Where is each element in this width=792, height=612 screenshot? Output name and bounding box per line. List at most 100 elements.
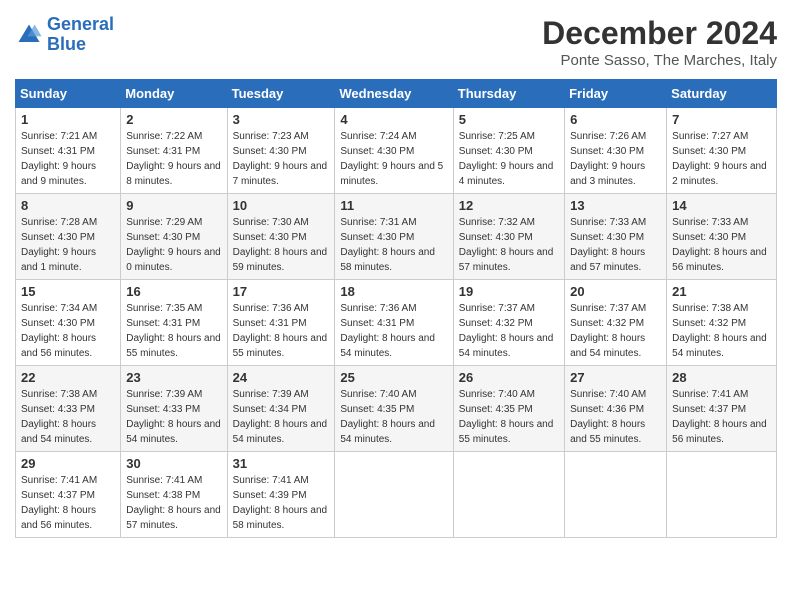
- day-info: Sunrise: 7:41 AMSunset: 4:37 PMDaylight:…: [672, 387, 771, 447]
- calendar-cell: 7 Sunrise: 7:27 AMSunset: 4:30 PMDaylight…: [667, 108, 777, 194]
- calendar-cell: 18 Sunrise: 7:36 AMSunset: 4:31 PMDayligh…: [335, 280, 453, 366]
- day-number: 14: [672, 198, 771, 213]
- calendar-cell: [565, 452, 667, 538]
- day-number: 29: [21, 456, 115, 471]
- calendar-week-row: 29 Sunrise: 7:41 AMSunset: 4:37 PMDayligh…: [16, 452, 777, 538]
- logo-text: General Blue: [47, 15, 114, 55]
- calendar-cell: 13 Sunrise: 7:33 AMSunset: 4:30 PMDayligh…: [565, 194, 667, 280]
- day-number: 18: [340, 284, 447, 299]
- day-number: 3: [233, 112, 330, 127]
- day-number: 28: [672, 370, 771, 385]
- calendar-cell: 1 Sunrise: 7:21 AMSunset: 4:31 PMDaylight…: [16, 108, 121, 194]
- day-number: 30: [126, 456, 221, 471]
- day-info: Sunrise: 7:36 AMSunset: 4:31 PMDaylight:…: [233, 301, 330, 361]
- day-number: 13: [570, 198, 661, 213]
- day-number: 24: [233, 370, 330, 385]
- calendar-cell: 23 Sunrise: 7:39 AMSunset: 4:33 PMDayligh…: [121, 366, 227, 452]
- calendar-table: SundayMondayTuesdayWednesdayThursdayFrid…: [15, 79, 777, 538]
- day-info: Sunrise: 7:33 AMSunset: 4:30 PMDaylight:…: [570, 215, 661, 275]
- calendar-cell: 19 Sunrise: 7:37 AMSunset: 4:32 PMDayligh…: [453, 280, 564, 366]
- calendar-cell: 6Sunrise: 7:26 AMSunset: 4:30 PMDaylight…: [565, 108, 667, 194]
- day-number: 19: [459, 284, 559, 299]
- day-info: Sunrise: 7:24 AMSunset: 4:30 PMDaylight:…: [340, 129, 447, 189]
- calendar-cell: 28 Sunrise: 7:41 AMSunset: 4:37 PMDayligh…: [667, 366, 777, 452]
- day-info: Sunrise: 7:37 AMSunset: 4:32 PMDaylight:…: [570, 301, 661, 361]
- day-info: Sunrise: 7:29 AMSunset: 4:30 PMDaylight:…: [126, 215, 221, 275]
- day-info: Sunrise: 7:30 AMSunset: 4:30 PMDaylight:…: [233, 215, 330, 275]
- day-info: Sunrise: 7:41 AMSunset: 4:37 PMDaylight:…: [21, 473, 115, 533]
- calendar-cell: 2Sunrise: 7:22 AMSunset: 4:31 PMDaylight…: [121, 108, 227, 194]
- location-title: Ponte Sasso, The Marches, Italy: [542, 52, 777, 69]
- calendar-week-row: 15Sunrise: 7:34 AMSunset: 4:30 PMDayligh…: [16, 280, 777, 366]
- day-info: Sunrise: 7:37 AMSunset: 4:32 PMDaylight:…: [459, 301, 559, 361]
- calendar-cell: 14 Sunrise: 7:33 AMSunset: 4:30 PMDayligh…: [667, 194, 777, 280]
- day-info: Sunrise: 7:39 AMSunset: 4:34 PMDaylight:…: [233, 387, 330, 447]
- day-number: 1: [21, 112, 115, 127]
- day-info: Sunrise: 7:36 AMSunset: 4:31 PMDaylight:…: [340, 301, 447, 361]
- day-number: 27: [570, 370, 661, 385]
- header-thursday: Thursday: [453, 80, 564, 108]
- day-info: Sunrise: 7:27 AMSunset: 4:30 PMDaylight:…: [672, 129, 771, 189]
- day-info: Sunrise: 7:38 AMSunset: 4:33 PMDaylight:…: [21, 387, 115, 447]
- calendar-cell: 30 Sunrise: 7:41 AMSunset: 4:38 PMDayligh…: [121, 452, 227, 538]
- logo-line1: General: [47, 14, 114, 34]
- calendar-cell: 3Sunrise: 7:23 AMSunset: 4:30 PMDaylight…: [227, 108, 335, 194]
- calendar-week-row: 22 Sunrise: 7:38 AMSunset: 4:33 PMDayligh…: [16, 366, 777, 452]
- day-number: 8: [21, 198, 115, 213]
- day-info: Sunrise: 7:28 AMSunset: 4:30 PMDaylight:…: [21, 215, 115, 275]
- logo: General Blue: [15, 15, 114, 55]
- day-info: Sunrise: 7:34 AMSunset: 4:30 PMDaylight:…: [21, 301, 115, 361]
- header-wednesday: Wednesday: [335, 80, 453, 108]
- header-tuesday: Tuesday: [227, 80, 335, 108]
- day-info: Sunrise: 7:35 AMSunset: 4:31 PMDaylight:…: [126, 301, 221, 361]
- day-number: 23: [126, 370, 221, 385]
- day-info: Sunrise: 7:39 AMSunset: 4:33 PMDaylight:…: [126, 387, 221, 447]
- calendar-cell: 25 Sunrise: 7:40 AMSunset: 4:35 PMDayligh…: [335, 366, 453, 452]
- calendar-cell: 15Sunrise: 7:34 AMSunset: 4:30 PMDayligh…: [16, 280, 121, 366]
- day-info: Sunrise: 7:40 AMSunset: 4:35 PMDaylight:…: [340, 387, 447, 447]
- day-number: 25: [340, 370, 447, 385]
- calendar-cell: 27Sunrise: 7:40 AMSunset: 4:36 PMDayligh…: [565, 366, 667, 452]
- day-number: 21: [672, 284, 771, 299]
- calendar-cell: 4Sunrise: 7:24 AMSunset: 4:30 PMDaylight…: [335, 108, 453, 194]
- day-number: 7: [672, 112, 771, 127]
- day-number: 11: [340, 198, 447, 213]
- day-number: 2: [126, 112, 221, 127]
- calendar-cell: 24 Sunrise: 7:39 AMSunset: 4:34 PMDayligh…: [227, 366, 335, 452]
- calendar-cell: 12 Sunrise: 7:32 AMSunset: 4:30 PMDayligh…: [453, 194, 564, 280]
- calendar-cell: 11 Sunrise: 7:31 AMSunset: 4:30 PMDayligh…: [335, 194, 453, 280]
- title-area: December 2024 Ponte Sasso, The Marches, …: [542, 15, 777, 69]
- calendar-cell: 22 Sunrise: 7:38 AMSunset: 4:33 PMDayligh…: [16, 366, 121, 452]
- calendar-cell: 21Sunrise: 7:38 AMSunset: 4:32 PMDayligh…: [667, 280, 777, 366]
- day-number: 20: [570, 284, 661, 299]
- calendar-week-row: 1 Sunrise: 7:21 AMSunset: 4:31 PMDaylight…: [16, 108, 777, 194]
- calendar-cell: 29 Sunrise: 7:41 AMSunset: 4:37 PMDayligh…: [16, 452, 121, 538]
- calendar-week-row: 8 Sunrise: 7:28 AMSunset: 4:30 PMDaylight…: [16, 194, 777, 280]
- day-info: Sunrise: 7:32 AMSunset: 4:30 PMDaylight:…: [459, 215, 559, 275]
- calendar-cell: 5 Sunrise: 7:25 AMSunset: 4:30 PMDaylight…: [453, 108, 564, 194]
- day-number: 12: [459, 198, 559, 213]
- day-info: Sunrise: 7:21 AMSunset: 4:31 PMDaylight:…: [21, 129, 115, 189]
- day-number: 26: [459, 370, 559, 385]
- day-number: 22: [21, 370, 115, 385]
- day-info: Sunrise: 7:33 AMSunset: 4:30 PMDaylight:…: [672, 215, 771, 275]
- day-number: 5: [459, 112, 559, 127]
- day-info: Sunrise: 7:41 AMSunset: 4:38 PMDaylight:…: [126, 473, 221, 533]
- day-info: Sunrise: 7:40 AMSunset: 4:35 PMDaylight:…: [459, 387, 559, 447]
- calendar-cell: [335, 452, 453, 538]
- day-info: Sunrise: 7:25 AMSunset: 4:30 PMDaylight:…: [459, 129, 559, 189]
- day-info: Sunrise: 7:26 AMSunset: 4:30 PMDaylight:…: [570, 129, 661, 189]
- header-sunday: Sunday: [16, 80, 121, 108]
- day-number: 17: [233, 284, 330, 299]
- calendar-cell: 8 Sunrise: 7:28 AMSunset: 4:30 PMDaylight…: [16, 194, 121, 280]
- day-number: 9: [126, 198, 221, 213]
- header-monday: Monday: [121, 80, 227, 108]
- calendar-cell: [667, 452, 777, 538]
- day-info: Sunrise: 7:31 AMSunset: 4:30 PMDaylight:…: [340, 215, 447, 275]
- logo-line2: Blue: [47, 34, 86, 54]
- calendar-cell: [453, 452, 564, 538]
- calendar-cell: 31Sunrise: 7:41 AMSunset: 4:39 PMDayligh…: [227, 452, 335, 538]
- day-number: 10: [233, 198, 330, 213]
- calendar-cell: 20 Sunrise: 7:37 AMSunset: 4:32 PMDayligh…: [565, 280, 667, 366]
- day-number: 16: [126, 284, 221, 299]
